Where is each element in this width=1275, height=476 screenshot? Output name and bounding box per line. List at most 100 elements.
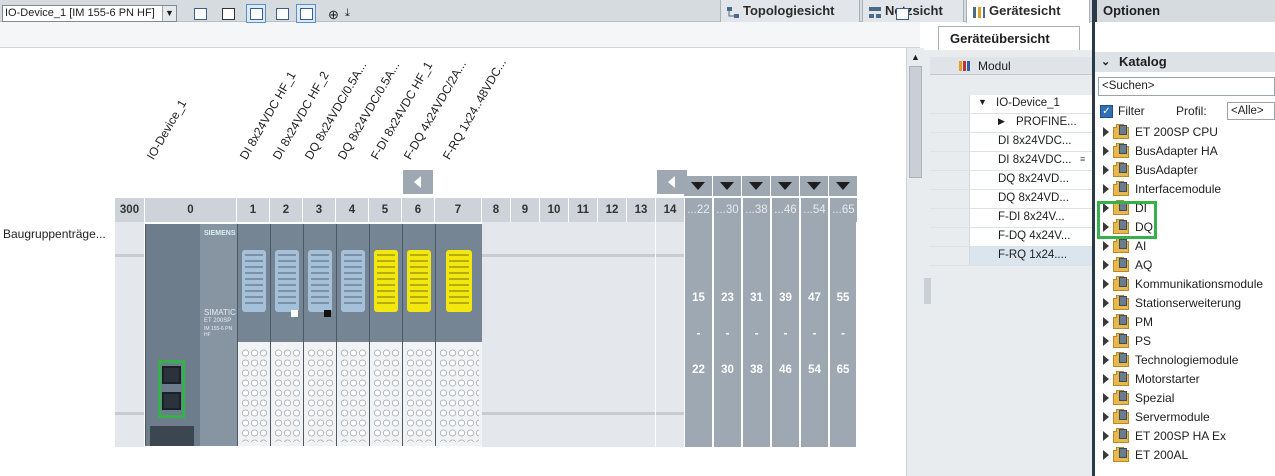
slot-header[interactable]: 11 xyxy=(569,198,598,222)
interface-module-im155[interactable]: SIEMENS SIMATIC ET 200SP IM 155-6 PN HF xyxy=(145,224,238,446)
expand-icon[interactable] xyxy=(1103,241,1109,251)
overview-row[interactable]: F-DQ 4x24V... xyxy=(930,228,1092,247)
expand-icon[interactable] xyxy=(1103,412,1109,422)
overview-row[interactable]: DQ 8x24VD... xyxy=(930,190,1092,209)
ethernet-port-1-icon[interactable] xyxy=(162,366,181,384)
slot-header[interactable]: 8 xyxy=(482,198,511,222)
expand-65-button[interactable] xyxy=(829,176,857,196)
overview-row[interactable]: DI 8x24VDC... xyxy=(930,152,1092,171)
catalog-item-busadapter-ha[interactable]: BusAdapter HA xyxy=(1103,142,1275,161)
slot-header[interactable]: ...46 xyxy=(772,198,800,222)
expansion-slot-range[interactable]: 47 - 54 xyxy=(801,222,830,447)
expand-icon[interactable] xyxy=(1103,184,1109,194)
empty-slot[interactable] xyxy=(656,222,685,447)
scrollbar-thumb[interactable] xyxy=(909,66,922,178)
overview-button[interactable] xyxy=(190,4,210,23)
expand-30-button[interactable] xyxy=(713,176,741,196)
slot-header[interactable]: ...38 xyxy=(743,198,771,222)
catalog-item-aq[interactable]: AQ xyxy=(1103,256,1275,275)
chevron-down-icon[interactable]: ⌄ xyxy=(1101,52,1110,72)
catalog-item-stationserweiterung[interactable]: Stationserweiterung xyxy=(1103,294,1275,313)
view-toggle-button[interactable] xyxy=(246,4,266,23)
module-f-di[interactable] xyxy=(369,224,402,446)
catalog-item-spezial[interactable]: Spezial xyxy=(1103,389,1275,408)
slot-header[interactable]: 6 xyxy=(402,198,435,222)
slot-header[interactable]: 9 xyxy=(511,198,540,222)
drag-handle-icon[interactable]: ≡ xyxy=(1080,154,1085,164)
module-di-1[interactable] xyxy=(237,224,270,446)
slot-header[interactable]: 10 xyxy=(540,198,569,222)
tab-geraetesicht[interactable]: Gerätesicht xyxy=(966,0,1090,23)
catalog-item-technologiemodule[interactable]: Technologiemodule xyxy=(1103,351,1275,370)
expand-22-button[interactable] xyxy=(684,176,712,196)
slot-header[interactable]: 0 xyxy=(145,198,237,222)
catalog-item-servermodule[interactable]: Servermodule xyxy=(1103,408,1275,427)
slot-header[interactable]: ...22 xyxy=(685,198,713,222)
expand-icon[interactable] xyxy=(1103,393,1109,403)
tab-topologiesicht[interactable]: Topologiesicht xyxy=(720,0,860,22)
catalog-item-kommunikationsmodule[interactable]: Kommunikationsmodule xyxy=(1103,275,1275,294)
zoom-button[interactable]: ⊕ xyxy=(324,4,344,23)
vertical-scrollbar[interactable]: ▲ xyxy=(906,48,924,476)
catalog-item-ai[interactable]: AI xyxy=(1103,237,1275,256)
slot-header[interactable]: ...65 xyxy=(830,198,858,222)
slot-header[interactable]: ...54 xyxy=(801,198,829,222)
slot-header[interactable]: 7 xyxy=(435,198,482,222)
expand-icon[interactable] xyxy=(1103,260,1109,270)
list-button[interactable] xyxy=(296,4,316,23)
collapse-handle[interactable] xyxy=(924,278,931,304)
slot-header[interactable]: 13 xyxy=(627,198,656,222)
tab-netzsicht[interactable]: Netzsicht xyxy=(862,0,964,22)
expansion-slot-range[interactable]: 15 - 22 xyxy=(685,222,714,447)
expand-icon[interactable] xyxy=(1103,317,1109,327)
overview-row[interactable]: F-DI 8x24V... xyxy=(930,209,1092,228)
grid-button[interactable] xyxy=(272,4,292,23)
slot-header[interactable]: 12 xyxy=(598,198,627,222)
expansion-slot-range[interactable]: 55 - 65 xyxy=(830,222,858,447)
expand-54-button[interactable] xyxy=(800,176,828,196)
overview-row[interactable]: ▼ IO-Device_1 xyxy=(930,95,1092,114)
catalog-search-input[interactable]: <Suchen> xyxy=(1098,77,1275,96)
module-f-dq[interactable] xyxy=(402,224,435,446)
expansion-slot-range[interactable]: 23 - 30 xyxy=(714,222,743,447)
download-button[interactable]: ⤓ xyxy=(342,4,356,23)
empty-slots-8-14[interactable] xyxy=(482,222,656,447)
overview-row[interactable]: DQ 8x24VD... xyxy=(930,171,1092,190)
overview-row[interactable]: F-RQ 1x24.... xyxy=(930,247,1092,266)
device-select[interactable]: IO-Device_1 [IM 155-6 PN HF] ▼ xyxy=(2,5,177,22)
expand-icon[interactable] xyxy=(1103,127,1109,137)
expansion-slot-range[interactable]: 39 - 46 xyxy=(772,222,801,447)
collapse-icon[interactable]: ▼ xyxy=(978,97,987,107)
expand-icon[interactable] xyxy=(1103,298,1109,308)
module-f-rq[interactable] xyxy=(435,224,482,446)
expand-icon[interactable] xyxy=(1103,146,1109,156)
slot-header[interactable]: ...30 xyxy=(714,198,742,222)
catalog-item-et-200sp-ha-ex[interactable]: ET 200SP HA Ex xyxy=(1103,427,1275,446)
catalog-item-interfacemodule[interactable]: Interfacemodule xyxy=(1103,180,1275,199)
expand-46-button[interactable] xyxy=(771,176,799,196)
slot-header[interactable]: 1 xyxy=(237,198,270,222)
tab-geraeteuebersicht[interactable]: Geräteübersicht xyxy=(938,26,1080,50)
slot-header[interactable]: 3 xyxy=(303,198,336,222)
catalog-item-et-200al[interactable]: ET 200AL xyxy=(1103,446,1275,465)
expand-icon[interactable] xyxy=(1103,355,1109,365)
module-di-2[interactable] xyxy=(270,224,303,446)
catalog-title[interactable]: ⌄ Katalog xyxy=(1095,52,1275,72)
scroll-up-icon[interactable]: ▲ xyxy=(911,52,920,62)
expand-icon[interactable]: ▶ xyxy=(998,116,1005,127)
slot-header[interactable]: 5 xyxy=(369,198,402,222)
overview-row[interactable]: ▶ PROFINE... xyxy=(930,114,1092,133)
expand-icon[interactable] xyxy=(1103,279,1109,289)
expand-icon[interactable] xyxy=(1103,165,1109,175)
panel-toggle-button[interactable] xyxy=(892,4,912,23)
slot-header[interactable]: 14 xyxy=(656,198,685,222)
expansion-slot-range[interactable]: 31 - 38 xyxy=(743,222,772,447)
expand-icon[interactable] xyxy=(1103,336,1109,346)
chevron-down-icon[interactable]: ▼ xyxy=(162,6,176,21)
expand-icon[interactable] xyxy=(1103,431,1109,441)
expand-icon[interactable] xyxy=(1103,374,1109,384)
catalog-item-et-200sp-cpu[interactable]: ET 200SP CPU xyxy=(1103,123,1275,142)
catalog-item-pm[interactable]: PM xyxy=(1103,313,1275,332)
expand-icon[interactable] xyxy=(1103,450,1109,460)
empty-slot[interactable] xyxy=(115,222,145,447)
